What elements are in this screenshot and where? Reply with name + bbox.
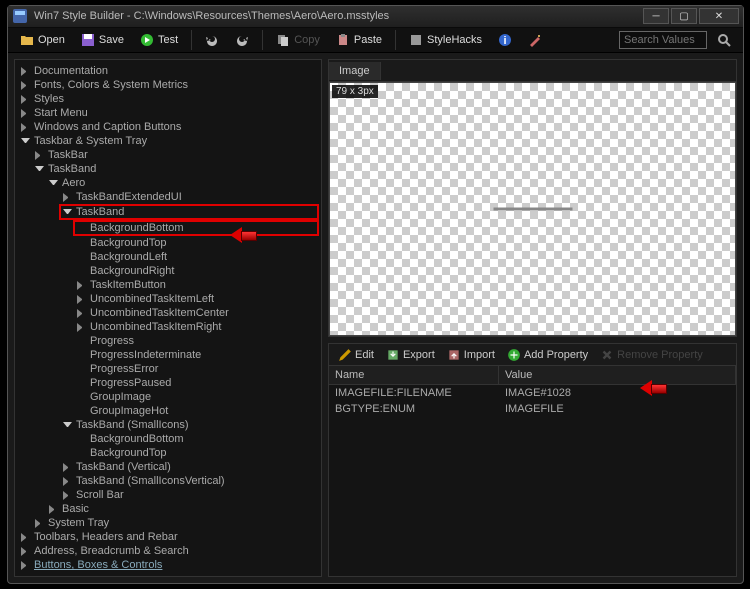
tree-styles[interactable]: Styles [19,92,319,106]
col-name[interactable]: Name [329,366,499,384]
tree-taskbar-tray[interactable]: Taskbar & System Tray [19,134,319,148]
tree-taskband-inner[interactable]: TaskBand [59,204,319,220]
window-title: Win7 Style Builder - C:\Windows\Resource… [34,10,643,22]
tree-bg-left[interactable]: BackgroundLeft [75,250,319,264]
tree-uncomb-left[interactable]: UncombinedTaskItemLeft [75,292,319,306]
image-preview[interactable]: 79 x 3px [329,82,736,336]
minimize-button[interactable]: ─ [643,8,669,24]
tree-taskband[interactable]: TaskBand [33,162,319,176]
tree-system-tray[interactable]: System Tray [33,516,319,530]
tree-taskband-small[interactable]: TaskBand (SmallIcons) [61,418,319,432]
edit-button[interactable]: Edit [333,347,379,363]
tree-uncomb-center[interactable]: UncombinedTaskItemCenter [75,306,319,320]
image-preview-panel: Image 79 x 3px [328,59,737,337]
tree-taskbar[interactable]: TaskBar [33,148,319,162]
tree-progress[interactable]: Progress [75,334,319,348]
property-row[interactable]: BGTYPE:ENUM IMAGEFILE [329,401,736,417]
tree-progress-err[interactable]: ProgressError [75,362,319,376]
annotation-arrow-property [640,380,666,396]
tree-progress-paused[interactable]: ProgressPaused [75,376,319,390]
wand-button[interactable] [522,31,548,49]
maximize-button[interactable]: ▢ [671,8,697,24]
tree-progress-ind[interactable]: ProgressIndeterminate [75,348,319,362]
undo-icon [205,33,219,47]
search-icon [717,33,731,47]
tree-aero[interactable]: Aero [47,176,319,190]
tree-windows-caption[interactable]: Windows and Caption Buttons [19,120,319,134]
remove-property-button: Remove Property [595,347,708,363]
main-toolbar: Open Save Test Copy Paste StyleHacks i [8,28,743,53]
import-icon [447,348,461,362]
export-icon [386,348,400,362]
tree-taskband-smallv[interactable]: TaskBand (SmallIconsVertical) [61,474,319,488]
annotation-arrow-tree [230,227,256,243]
folder-icon [20,33,34,47]
property-row[interactable]: IMAGEFILE:FILENAME IMAGE#1028 [329,385,736,401]
tree-buttons-boxes[interactable]: Buttons, Boxes & Controls [19,558,319,572]
import-button[interactable]: Import [442,347,500,363]
open-button[interactable]: Open [14,31,71,49]
redo-icon [235,33,249,47]
plus-icon [507,348,521,362]
info-icon: i [498,33,512,47]
copy-button[interactable]: Copy [270,31,326,49]
paste-icon [336,33,350,47]
properties-panel: Edit Export Import Add Property Remove P… [328,343,737,577]
close-button[interactable]: ✕ [699,8,739,24]
copy-icon [276,33,290,47]
tree-address-search[interactable]: Address, Breadcrumb & Search [19,544,319,558]
tree-documentation[interactable]: Documentation [19,64,319,78]
stylehacks-icon [409,33,423,47]
tree-group-image[interactable]: GroupImage [75,390,319,404]
tree-toolbars-rebar[interactable]: Toolbars, Headers and Rebar [19,530,319,544]
export-button[interactable]: Export [381,347,440,363]
stylehacks-button[interactable]: StyleHacks [403,31,488,49]
tree-taskband-ext[interactable]: TaskBandExtendedUI [61,190,319,204]
tree-group-image-hot[interactable]: GroupImageHot [75,404,319,418]
info-button[interactable]: i [492,31,518,49]
add-property-button[interactable]: Add Property [502,347,593,363]
tree-bg-right[interactable]: BackgroundRight [75,264,319,278]
tree-scrollbar[interactable]: Scroll Bar [61,488,319,502]
tree-fonts[interactable]: Fonts, Colors & System Metrics [19,78,319,92]
test-button[interactable]: Test [134,31,184,49]
col-value[interactable]: Value [499,366,736,384]
tree-uncomb-right[interactable]: UncombinedTaskItemRight [75,320,319,334]
tree-panel[interactable]: Documentation Fonts, Colors & System Met… [14,59,322,577]
image-dimensions: 79 x 3px [332,85,378,98]
image-tab[interactable]: Image [329,62,381,80]
tree-bg-bottom[interactable]: BackgroundBottom [73,220,319,236]
preview-bitmap [493,208,572,211]
play-icon [140,33,154,47]
app-icon [12,8,28,24]
save-button[interactable]: Save [75,31,130,49]
properties-header[interactable]: Name Value [329,366,736,385]
wand-icon [528,33,542,47]
save-icon [81,33,95,47]
x-icon [600,348,614,362]
tree-bg-top2[interactable]: BackgroundTop [75,446,319,460]
svg-text:i: i [504,35,507,47]
tree-startmenu[interactable]: Start Menu [19,106,319,120]
tree-bg-bottom2[interactable]: BackgroundBottom [75,432,319,446]
tree-taskband-vert[interactable]: TaskBand (Vertical) [61,460,319,474]
tree-bg-top[interactable]: BackgroundTop [75,236,319,250]
tree-basic[interactable]: Basic [47,502,319,516]
search-input[interactable] [619,31,707,49]
search-button[interactable] [711,31,737,49]
redo-button[interactable] [229,31,255,49]
titlebar[interactable]: Win7 Style Builder - C:\Windows\Resource… [8,6,743,28]
paste-button[interactable]: Paste [330,31,388,49]
tree-taskitem-btn[interactable]: TaskItemButton [75,278,319,292]
undo-button[interactable] [199,31,225,49]
pencil-icon [338,348,352,362]
